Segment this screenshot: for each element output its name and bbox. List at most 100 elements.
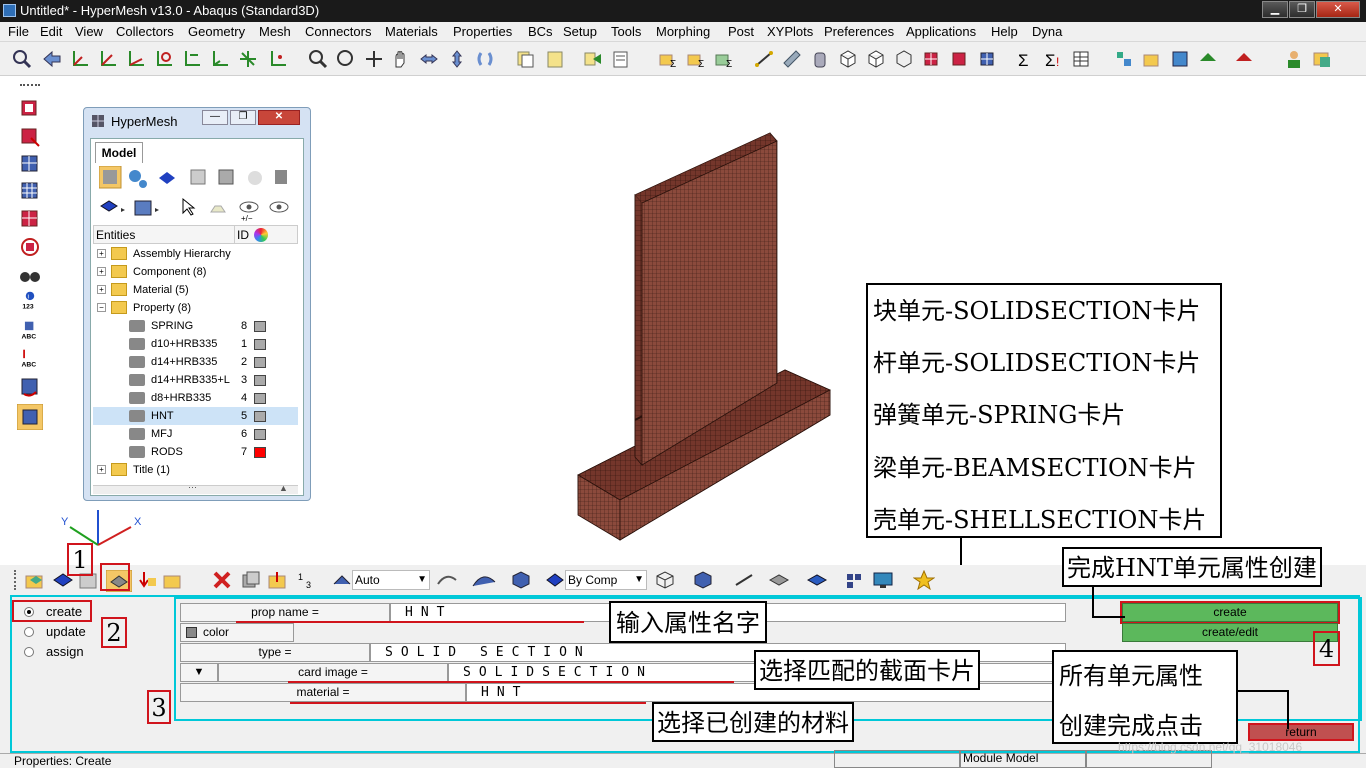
mesh-grid2-icon[interactable] xyxy=(19,180,41,202)
tree-property-row[interactable]: MFJ 6 xyxy=(93,425,298,443)
folder-cube-icon[interactable] xyxy=(1142,49,1162,69)
tree-property-row[interactable]: HNT 5 xyxy=(93,407,298,425)
contour-icon[interactable] xyxy=(1312,49,1332,69)
axis-multi-icon[interactable] xyxy=(238,49,258,69)
info-123-icon[interactable]: i123 xyxy=(19,290,41,312)
monitor-icon[interactable] xyxy=(872,570,894,590)
export-icon[interactable] xyxy=(1234,49,1254,69)
sum-exclaim-icon[interactable]: Σ! xyxy=(1043,49,1063,69)
mesh-red-grid-icon[interactable] xyxy=(19,208,41,230)
mesh-red-icon[interactable] xyxy=(922,49,942,69)
binoculars-icon[interactable] xyxy=(19,264,41,286)
component-icon[interactable] xyxy=(24,570,46,590)
save-cube-icon[interactable] xyxy=(1170,49,1190,69)
rotate-mesh-icon[interactable] xyxy=(19,376,41,398)
expand-toggle-icon[interactable]: + xyxy=(97,249,106,258)
menu-geometry[interactable]: Geometry xyxy=(188,24,245,39)
beam-icon[interactable] xyxy=(782,49,802,69)
tab-model[interactable]: Model xyxy=(95,142,143,163)
import-icon[interactable] xyxy=(1198,49,1218,69)
loadcol-icon[interactable] xyxy=(136,570,158,590)
minimize-button[interactable]: ▁ xyxy=(1262,1,1288,18)
color-button[interactable]: color xyxy=(180,623,294,642)
shape-arc-icon[interactable] xyxy=(471,570,499,590)
line-icon[interactable] xyxy=(733,570,755,590)
expand-toggle-icon[interactable]: − xyxy=(97,303,106,312)
sum-check-icon[interactable]: Σ xyxy=(714,49,734,69)
renumber-icon[interactable]: 13 xyxy=(296,570,318,590)
sum-folder2-icon[interactable]: Σ xyxy=(686,49,706,69)
star-icon[interactable] xyxy=(913,570,935,590)
spin-icon[interactable] xyxy=(475,49,495,69)
pan-hand-icon[interactable] xyxy=(391,49,411,69)
menu-view[interactable]: View xyxy=(75,24,103,39)
expand-toggle-icon[interactable]: + xyxy=(97,285,106,294)
cylinder-icon[interactable] xyxy=(810,49,830,69)
menu-morphing[interactable]: Morphing xyxy=(656,24,710,39)
hm-restore-button[interactable]: ❐ xyxy=(230,110,256,125)
hm-minimize-button[interactable]: — xyxy=(202,110,228,125)
axis-y-icon[interactable] xyxy=(98,49,118,69)
tree-property-row[interactable]: d10+HRB335 1 xyxy=(93,335,298,353)
horizontal-scrollbar[interactable]: ⋯ ▲ xyxy=(93,482,298,494)
axis-view-icon[interactable] xyxy=(182,49,202,69)
tree-folder-row[interactable]: + Assembly Hierarchy xyxy=(93,245,298,263)
menu-help[interactable]: Help xyxy=(991,24,1018,39)
paste-panel-icon[interactable] xyxy=(545,49,565,69)
menu-connectors[interactable]: Connectors xyxy=(305,24,371,39)
maximize-button[interactable]: ❐ xyxy=(1289,1,1315,18)
plane-icon[interactable] xyxy=(768,570,790,590)
tree-property-row[interactable]: d14+HRB335 2 xyxy=(93,353,298,371)
line-node-icon[interactable] xyxy=(754,49,774,69)
forward-icon[interactable] xyxy=(583,49,603,69)
menu-preferences[interactable]: Preferences xyxy=(824,24,894,39)
folder-arrow-icon[interactable] xyxy=(162,570,188,590)
tiles-icon[interactable] xyxy=(845,570,863,590)
radio-assign[interactable]: assign xyxy=(24,644,84,659)
card-image-toggle[interactable]: ▼ xyxy=(180,663,218,682)
axis-z-icon[interactable] xyxy=(126,49,146,69)
axis-rotate-icon[interactable] xyxy=(154,49,174,69)
expand-toggle-icon[interactable]: + xyxy=(97,267,106,276)
menu-properties[interactable]: Properties xyxy=(453,24,512,39)
menu-collectors[interactable]: Collectors xyxy=(116,24,174,39)
tree-property-row[interactable]: SPRING 8 xyxy=(93,317,298,335)
abc-mesh-icon[interactable]: ABC xyxy=(19,320,41,342)
rotate-v-icon[interactable] xyxy=(447,49,467,69)
axis-x-icon[interactable] xyxy=(70,49,90,69)
cube-wire2-icon[interactable] xyxy=(866,49,886,69)
arrow-left-icon[interactable] xyxy=(42,49,62,69)
menu-materials[interactable]: Materials xyxy=(385,24,438,39)
by-comp-dropdown[interactable]: By Comp ▼ xyxy=(565,570,647,590)
zoom-window-icon[interactable] xyxy=(308,49,328,69)
shape-curve-icon[interactable] xyxy=(436,570,464,590)
axis-extra-icon[interactable] xyxy=(268,49,288,69)
zoom-circle-icon[interactable] xyxy=(336,49,356,69)
reorganize-icon[interactable] xyxy=(267,570,289,590)
auto-dropdown[interactable]: Auto ▼ xyxy=(352,570,430,590)
create-edit-button[interactable]: create/edit xyxy=(1122,623,1338,642)
tree-folder-row[interactable]: + Component (8) xyxy=(93,263,298,281)
color-mode-icon[interactable] xyxy=(544,570,566,590)
sum-icon[interactable]: Σ xyxy=(1015,49,1035,69)
tree-property-row[interactable]: d8+HRB335 4 xyxy=(93,389,298,407)
mesh-split-icon[interactable] xyxy=(950,49,970,69)
zoom-icon[interactable] xyxy=(12,49,32,69)
mesh-red-circle-icon[interactable] xyxy=(19,236,41,258)
cube-wire-icon[interactable] xyxy=(838,49,858,69)
menu-dyna[interactable]: Dyna xyxy=(1032,24,1062,39)
expand-toggle-icon[interactable]: + xyxy=(97,465,106,474)
delete-icon[interactable] xyxy=(212,570,232,590)
mesh-grid-icon[interactable] xyxy=(19,153,41,175)
tree-property-row[interactable]: d14+HRB335+L 3 xyxy=(93,371,298,389)
menu-file[interactable]: File xyxy=(8,24,29,39)
close-button[interactable]: ✕ xyxy=(1316,1,1360,18)
menu-edit[interactable]: Edit xyxy=(40,24,62,39)
create-button[interactable]: create xyxy=(1120,601,1340,624)
radio-update[interactable]: update xyxy=(24,624,86,639)
tree-property-row[interactable]: RODS 7 xyxy=(93,443,298,461)
shaded-mesh-icon[interactable] xyxy=(692,570,714,590)
style-icon[interactable] xyxy=(332,570,352,590)
menu-bcs[interactable]: BCs xyxy=(528,24,553,39)
shape-box-icon[interactable] xyxy=(510,570,532,590)
